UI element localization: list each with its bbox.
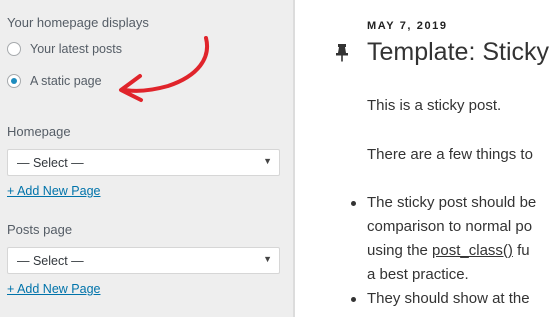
list-item: The sticky post should be — [347, 191, 536, 215]
radio-latest-posts-label: Your latest posts — [30, 42, 122, 56]
radio-static-page-circle[interactable] — [7, 74, 21, 88]
posts-page-select[interactable]: — Select — ▼ — [7, 247, 280, 274]
radio-latest-posts[interactable]: Your latest posts — [7, 40, 122, 58]
list-item-line-3-tail: fu — [512, 242, 530, 259]
list-item-line-1: The sticky post should be — [367, 194, 537, 211]
homepage-displays-title: Your homepage displays — [7, 15, 149, 30]
dropdown-arrow-icon: ▼ — [263, 254, 272, 264]
list-item-continuation: a best practice. — [347, 263, 536, 287]
homepage-add-new-page-link[interactable]: + Add New Page — [7, 184, 100, 198]
post-title[interactable]: Template: Sticky — [367, 38, 549, 67]
paragraph-2: There are a few things to — [367, 146, 533, 163]
homepage-select[interactable]: — Select — ▼ — [7, 149, 280, 176]
posts-page-select-value: — Select — — [17, 254, 84, 268]
radio-static-page[interactable]: A static page — [7, 72, 102, 90]
list-item-line-2: comparison to normal po — [367, 218, 533, 235]
bullet-list: The sticky post should be comparison to … — [347, 191, 536, 311]
posts-page-add-new-page-link[interactable]: + Add New Page — [7, 282, 100, 296]
list-item-line-3: using the — [367, 242, 433, 259]
post-date[interactable]: MAY 7, 2019 — [367, 20, 448, 32]
bullet-dot — [351, 201, 356, 206]
customizer-panel: Your homepage displays Your latest posts… — [0, 0, 293, 317]
dropdown-arrow-icon: ▼ — [263, 156, 272, 166]
radio-latest-posts-circle[interactable] — [7, 42, 21, 56]
homepage-section-title: Homepage — [7, 124, 71, 139]
list-item-continuation: using the post_class() fu — [347, 239, 536, 263]
radio-static-page-label: A static page — [30, 74, 102, 88]
posts-page-section-title: Posts page — [7, 222, 73, 237]
list-item-continuation: comparison to normal po — [347, 215, 536, 239]
annotation-arrow-icon — [119, 36, 209, 102]
list-item-line-4: a best practice. — [367, 266, 469, 283]
homepage-select-value: — Select — — [17, 156, 84, 170]
bullet-dot — [351, 297, 356, 302]
list-item: They should show at the — [347, 287, 536, 311]
post-class-link[interactable]: post_class() — [432, 242, 513, 259]
site-preview: MAY 7, 2019 Template: Sticky This is a s… — [295, 0, 550, 317]
pushpin-icon — [336, 44, 348, 62]
paragraph-1: This is a sticky post. — [367, 97, 502, 114]
list-item-2-line-1: They should show at the — [367, 290, 530, 307]
